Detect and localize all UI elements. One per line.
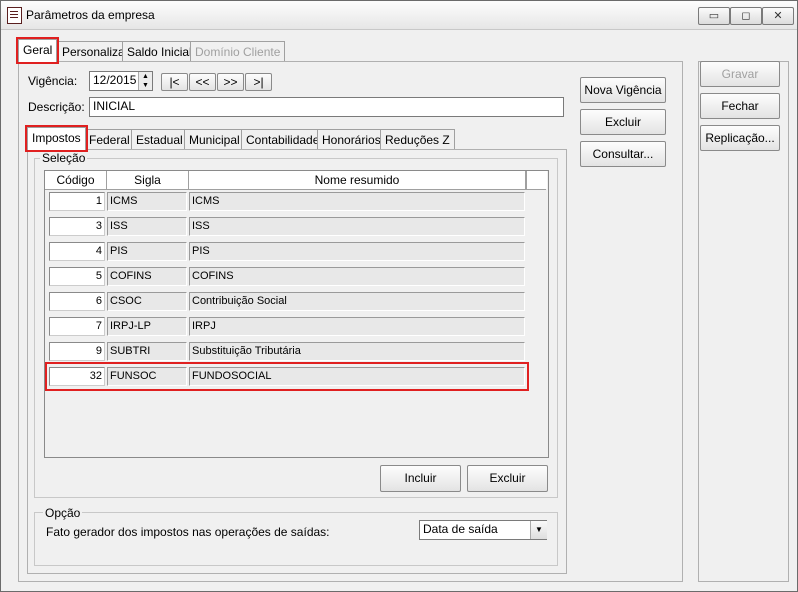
header-filler xyxy=(526,171,547,189)
replicacao-button[interactable]: Replicação... xyxy=(700,125,780,151)
incluir-button[interactable]: Incluir xyxy=(380,465,461,492)
cell-nome[interactable]: Substituição Tributária xyxy=(189,342,525,361)
tab-personaliza[interactable]: Personaliza xyxy=(57,41,130,62)
cell-codigo[interactable]: 1 xyxy=(49,192,105,211)
title-bar: Parâmetros da empresa ▭ ◻ ✕ xyxy=(1,1,797,30)
maximize-icon: ◻ xyxy=(741,10,751,22)
col-header-codigo[interactable]: Código xyxy=(45,171,107,189)
spin-up-icon: ▲ xyxy=(142,73,149,80)
cell-sigla[interactable]: ICMS xyxy=(107,192,187,211)
excluir-button[interactable]: Excluir xyxy=(467,465,548,492)
highlight-box xyxy=(45,362,529,391)
cell-codigo[interactable]: 6 xyxy=(49,292,105,311)
tab-reducoes-z[interactable]: Reduções Z xyxy=(380,129,455,150)
tab-contabilidade[interactable]: Contabilidade xyxy=(241,129,325,150)
prev-vigencia-button[interactable]: << xyxy=(189,73,216,91)
cell-codigo[interactable]: 4 xyxy=(49,242,105,261)
tab-dominio-cliente[interactable]: Domínio Cliente xyxy=(190,41,286,62)
maximize-button[interactable]: ◻ xyxy=(730,7,762,25)
first-vigencia-button[interactable]: |< xyxy=(161,73,188,91)
spin-down-icon: ▼ xyxy=(142,82,149,89)
descricao-value: INICIAL xyxy=(93,99,136,113)
cell-sigla[interactable]: COFINS xyxy=(107,267,187,286)
header-divider xyxy=(45,189,546,190)
tab-municipal[interactable]: Municipal xyxy=(184,129,245,150)
tab-estadual[interactable]: Estadual xyxy=(131,129,188,150)
col-header-sigla[interactable]: Sigla xyxy=(107,171,189,189)
cell-sigla[interactable]: ISS xyxy=(107,217,187,236)
fato-gerador-label: Fato gerador dos impostos nas operações … xyxy=(46,525,330,539)
gravar-button[interactable]: Gravar xyxy=(700,61,780,87)
close-button[interactable]: ✕ xyxy=(762,7,794,25)
window-title: Parâmetros da empresa xyxy=(26,8,155,22)
vigencia-label: Vigência: xyxy=(28,74,78,88)
consultar-button[interactable]: Consultar... xyxy=(580,141,666,167)
descricao-field[interactable]: INICIAL xyxy=(89,97,564,117)
minimize-icon: ▭ xyxy=(708,10,720,22)
excluir-vigencia-button[interactable]: Excluir Vigência xyxy=(580,109,666,153)
tab-impostos[interactable]: Impostos xyxy=(25,125,88,152)
tab-geral[interactable]: Geral xyxy=(15,37,60,64)
impostos-grid xyxy=(44,170,549,458)
close-icon: ✕ xyxy=(773,10,783,22)
next-vigencia-button[interactable]: >> xyxy=(217,73,244,91)
cell-sigla[interactable]: PIS xyxy=(107,242,187,261)
cell-codigo[interactable]: 7 xyxy=(49,317,105,336)
fechar-button[interactable]: Fechar xyxy=(700,93,780,119)
chevron-down-icon[interactable]: ▼ xyxy=(530,521,547,539)
tab-saldo-inicial[interactable]: Saldo Inicial xyxy=(122,41,197,62)
cell-nome[interactable]: IRPJ xyxy=(189,317,525,336)
vigencia-value: 12/2015 xyxy=(93,73,137,87)
selecao-label: Seleção xyxy=(40,151,88,165)
cell-sigla[interactable]: CSOC xyxy=(107,292,187,311)
opcao-label: Opção xyxy=(43,506,83,520)
cell-sigla[interactable]: SUBTRI xyxy=(107,342,187,361)
tab-federal[interactable]: Federal xyxy=(84,129,135,150)
cell-codigo[interactable]: 9 xyxy=(49,342,105,361)
cell-nome[interactable]: PIS xyxy=(189,242,525,261)
cell-sigla[interactable]: IRPJ-LP xyxy=(107,317,187,336)
cell-nome[interactable]: ICMS xyxy=(189,192,525,211)
nova-vigencia-button[interactable]: Nova Vigência xyxy=(580,77,666,103)
minimize-button[interactable]: ▭ xyxy=(698,7,730,25)
last-vigencia-button[interactable]: >| xyxy=(245,73,272,91)
cell-codigo[interactable]: 5 xyxy=(49,267,105,286)
cell-nome[interactable]: Contribuição Social xyxy=(189,292,525,311)
vigencia-spinner[interactable]: ▲ ▼ xyxy=(138,72,152,90)
fato-gerador-value: Data de saída xyxy=(423,522,498,536)
tab-honorarios[interactable]: Honorários xyxy=(317,129,386,150)
fato-gerador-select[interactable]: Data de saída xyxy=(419,520,547,540)
cell-nome[interactable]: COFINS xyxy=(189,267,525,286)
descricao-label: Descrição: xyxy=(28,100,85,114)
cell-nome[interactable]: ISS xyxy=(189,217,525,236)
main-window: Parâmetros da empresa ▭ ◻ ✕ Geral Person… xyxy=(0,0,798,592)
col-header-nome[interactable]: Nome resumido xyxy=(189,171,526,189)
cell-codigo[interactable]: 3 xyxy=(49,217,105,236)
document-icon xyxy=(7,7,22,24)
